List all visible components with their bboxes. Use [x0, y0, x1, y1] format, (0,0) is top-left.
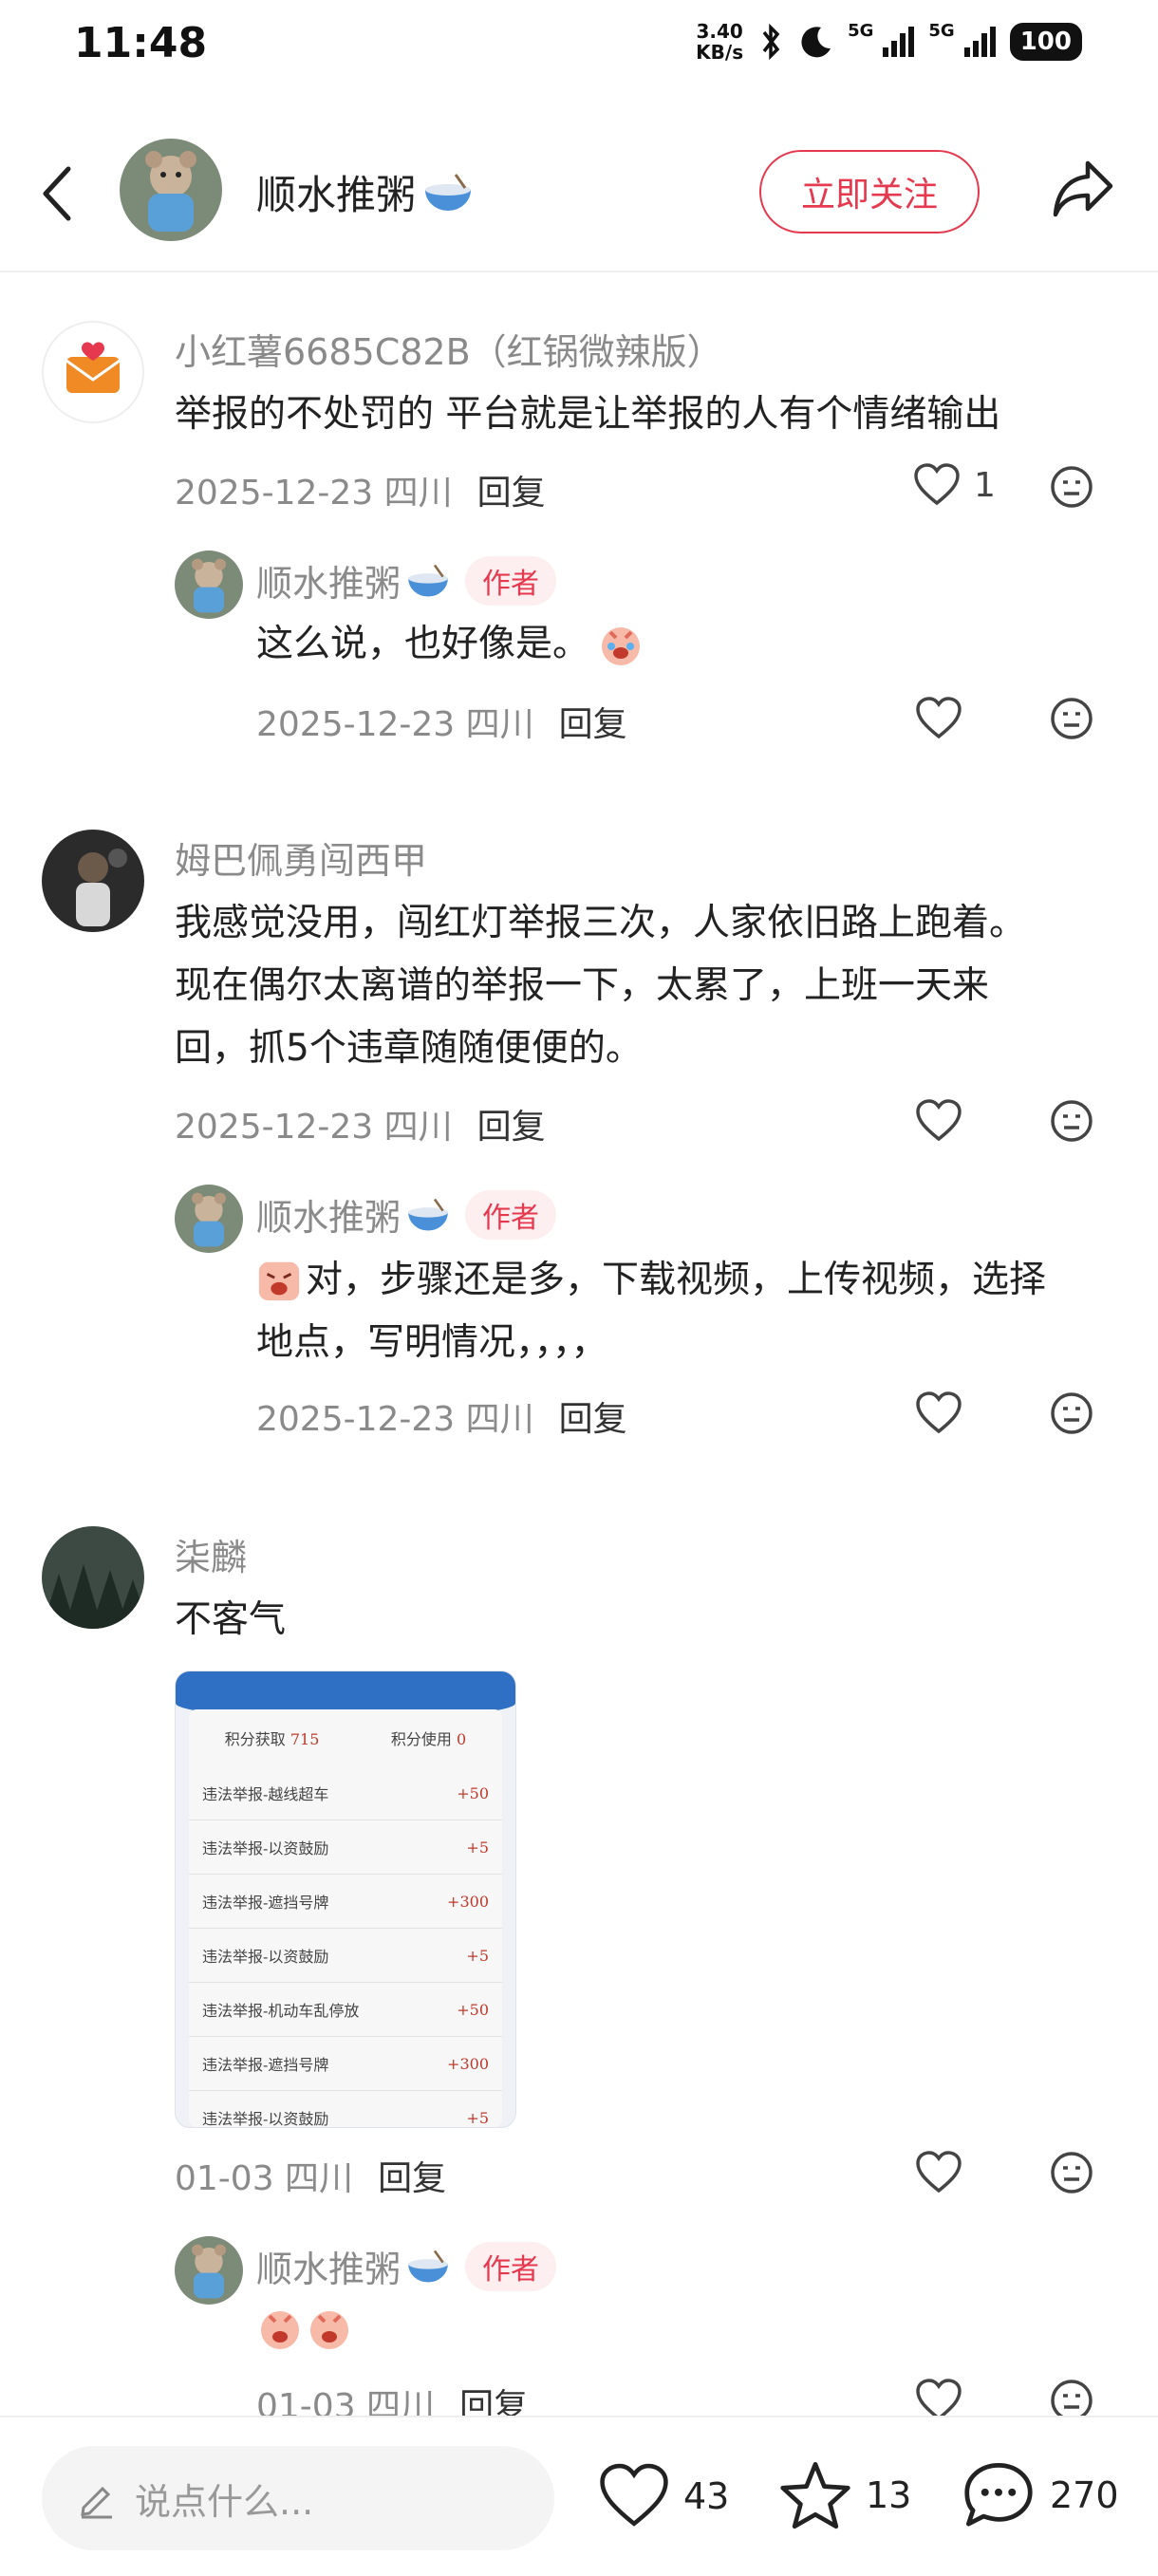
commenter-avatar[interactable]	[42, 830, 144, 932]
meh-face-icon[interactable]	[1050, 1099, 1093, 1143]
post-comment-button[interactable]: 270	[961, 2459, 1119, 2531]
like-button[interactable]: 1	[913, 463, 996, 507]
meh-face-icon[interactable]	[1050, 697, 1093, 740]
heart-icon[interactable]	[915, 2151, 962, 2194]
reply-meta: 2025-12-23 四川 回复	[256, 1391, 627, 1441]
meh-face-icon[interactable]	[1050, 465, 1093, 509]
bottom-action-bar: 说点什么... 43 13 270	[0, 2416, 1158, 2576]
points-card: 积分获取 715 积分使用 0 违法举报-越线超车 +50 违法举报-以资鼓励 +5…	[189, 1709, 502, 2127]
heart-icon	[600, 2463, 668, 2527]
status-time: 11:48	[74, 19, 208, 67]
comment-placeholder: 说点什么...	[135, 2480, 314, 2523]
comment-username[interactable]: 柒麟	[175, 1528, 247, 1580]
points-row: 违法举报-遮挡号牌 +300	[189, 2037, 502, 2091]
sim1-label: 5G	[848, 21, 874, 41]
reply-button[interactable]: 回复	[378, 2151, 446, 2200]
net-speed: 3.40 KB/s	[696, 20, 744, 64]
author-badge: 作者	[465, 1189, 557, 1240]
comment-date: 2025-12-23 四川	[175, 474, 453, 513]
author-badge: 作者	[465, 555, 557, 606]
crying-emoji-icon	[310, 2311, 348, 2349]
reply-text: 对，步骤还是多，下载视频，上传视频，选择 地点，写明情况，，，，	[256, 1259, 1047, 1364]
crying-emoji-icon	[602, 627, 641, 665]
post-star-count: 13	[866, 2474, 912, 2516]
comment-image-attachment[interactable]: 积分获取 715 积分使用 0 违法举报-越线超车 +50 违法举报-以资鼓励 +5…	[175, 1671, 516, 2128]
reply-username[interactable]: 顺水推粥	[256, 554, 401, 607]
comment-text: 我感觉没用，闯红灯举报三次，人家依旧路上跑着。 现在偶尔太离谱的举报一下，太累了…	[175, 902, 1027, 1070]
heart-icon[interactable]	[915, 697, 962, 740]
status-icons: 3.40 KB/s 5G 5G 100	[696, 21, 1082, 63]
pencil-icon	[81, 2486, 112, 2519]
reply-meta: 2025-12-23 四川 回复	[256, 697, 627, 746]
reply-button[interactable]: 回复	[477, 465, 546, 514]
comment-meta: 2025-12-23 四川 回复	[175, 1099, 546, 1148]
porridge-bowl-icon	[408, 1198, 448, 1231]
points-row: 违法举报-机动车乱停放 +50	[189, 1983, 502, 2037]
points-row: 违法举报-越线超车 +50	[189, 1766, 502, 1820]
share-icon[interactable]	[1050, 158, 1116, 220]
points-row: 违法举报-以资鼓励 +5	[189, 2091, 502, 2128]
author-avatar[interactable]	[175, 1185, 243, 1253]
author-avatar[interactable]	[120, 139, 222, 241]
points-summary: 积分获取 715 积分使用 0	[224, 1730, 467, 1748]
comment-text: 举报的不处罚的 平台就是让举报的人有个情绪输出	[175, 393, 1001, 436]
heart-icon	[914, 463, 960, 506]
reply-button[interactable]: 回复	[559, 697, 627, 746]
points-row: 违法举报-遮挡号牌 +300	[189, 1875, 502, 1929]
comment-date: 01-03 四川	[175, 2159, 354, 2198]
reply-username[interactable]: 顺水推粥	[256, 1188, 401, 1241]
comment-text: 不客气	[175, 1598, 287, 1641]
bluetooth-icon	[762, 23, 780, 61]
comment-meta: 01-03 四川 回复	[175, 2151, 446, 2200]
author-avatar[interactable]	[175, 2236, 243, 2305]
reply-button[interactable]: 回复	[477, 1099, 546, 1148]
reply-date: 2025-12-23 四川	[256, 705, 534, 744]
comment-date: 2025-12-23 四川	[175, 1108, 453, 1147]
signal-icon	[963, 27, 996, 57]
heart-icon[interactable]	[915, 1391, 962, 1435]
battery-indicator: 100	[1009, 23, 1082, 61]
reply-author-row: 顺水推粥 作者	[256, 554, 557, 607]
signal-icon	[883, 27, 915, 57]
porridge-bowl-icon	[425, 173, 472, 211]
meh-face-icon[interactable]	[1050, 2151, 1093, 2194]
author-name[interactable]: 顺水推粥	[256, 163, 475, 221]
points-row: 违法举报-以资鼓励 +5	[189, 1820, 502, 1875]
chat-bubble-icon	[964, 2462, 1033, 2527]
reply-button[interactable]: 回复	[559, 1391, 627, 1441]
heart-icon[interactable]	[915, 1099, 962, 1143]
post-comment-count: 270	[1050, 2474, 1119, 2516]
meh-face-icon[interactable]	[1050, 1391, 1093, 1435]
commenter-avatar[interactable]	[42, 1526, 144, 1629]
comment-username[interactable]: 姆巴佩勇闯西甲	[175, 831, 427, 884]
post-like-button[interactable]: 43	[598, 2463, 729, 2529]
reply-username[interactable]: 顺水推粥	[256, 2240, 401, 2292]
post-like-count: 43	[683, 2475, 730, 2517]
porridge-bowl-icon	[408, 564, 448, 597]
reply-author-row: 顺水推粥 作者	[256, 1188, 557, 1241]
back-arrow-icon[interactable]	[38, 163, 80, 224]
like-count: 1	[974, 465, 996, 505]
comment-input[interactable]: 说点什么...	[42, 2446, 554, 2550]
points-row: 违法举报-以资鼓励 +5	[189, 1929, 502, 1983]
author-avatar[interactable]	[175, 551, 243, 619]
reply-text: 这么说，也好像是。	[256, 623, 590, 665]
porridge-bowl-icon	[408, 2249, 448, 2283]
comment-meta: 2025-12-23 四川 回复	[175, 465, 546, 514]
crying-emoji-icon	[261, 2311, 299, 2349]
header: 顺水推粥 立即关注	[0, 133, 1158, 272]
reply-author-row: 顺水推粥 作者	[256, 2240, 557, 2292]
star-icon	[780, 2461, 850, 2529]
follow-button[interactable]: 立即关注	[759, 150, 980, 233]
reply-emoji-row	[256, 2305, 353, 2352]
post-star-button[interactable]: 13	[778, 2459, 911, 2531]
reply-text-row: 这么说，也好像是。	[256, 613, 644, 676]
comment-username[interactable]: 小红薯6685C82B（红锅微辣版）	[175, 323, 723, 375]
author-badge: 作者	[465, 2241, 557, 2291]
reply-date: 2025-12-23 四川	[256, 1400, 534, 1439]
crying-emoji-icon	[258, 1261, 300, 1301]
commenter-avatar[interactable]	[42, 321, 144, 423]
moon-icon	[801, 27, 831, 58]
sim2-label: 5G	[928, 21, 955, 41]
